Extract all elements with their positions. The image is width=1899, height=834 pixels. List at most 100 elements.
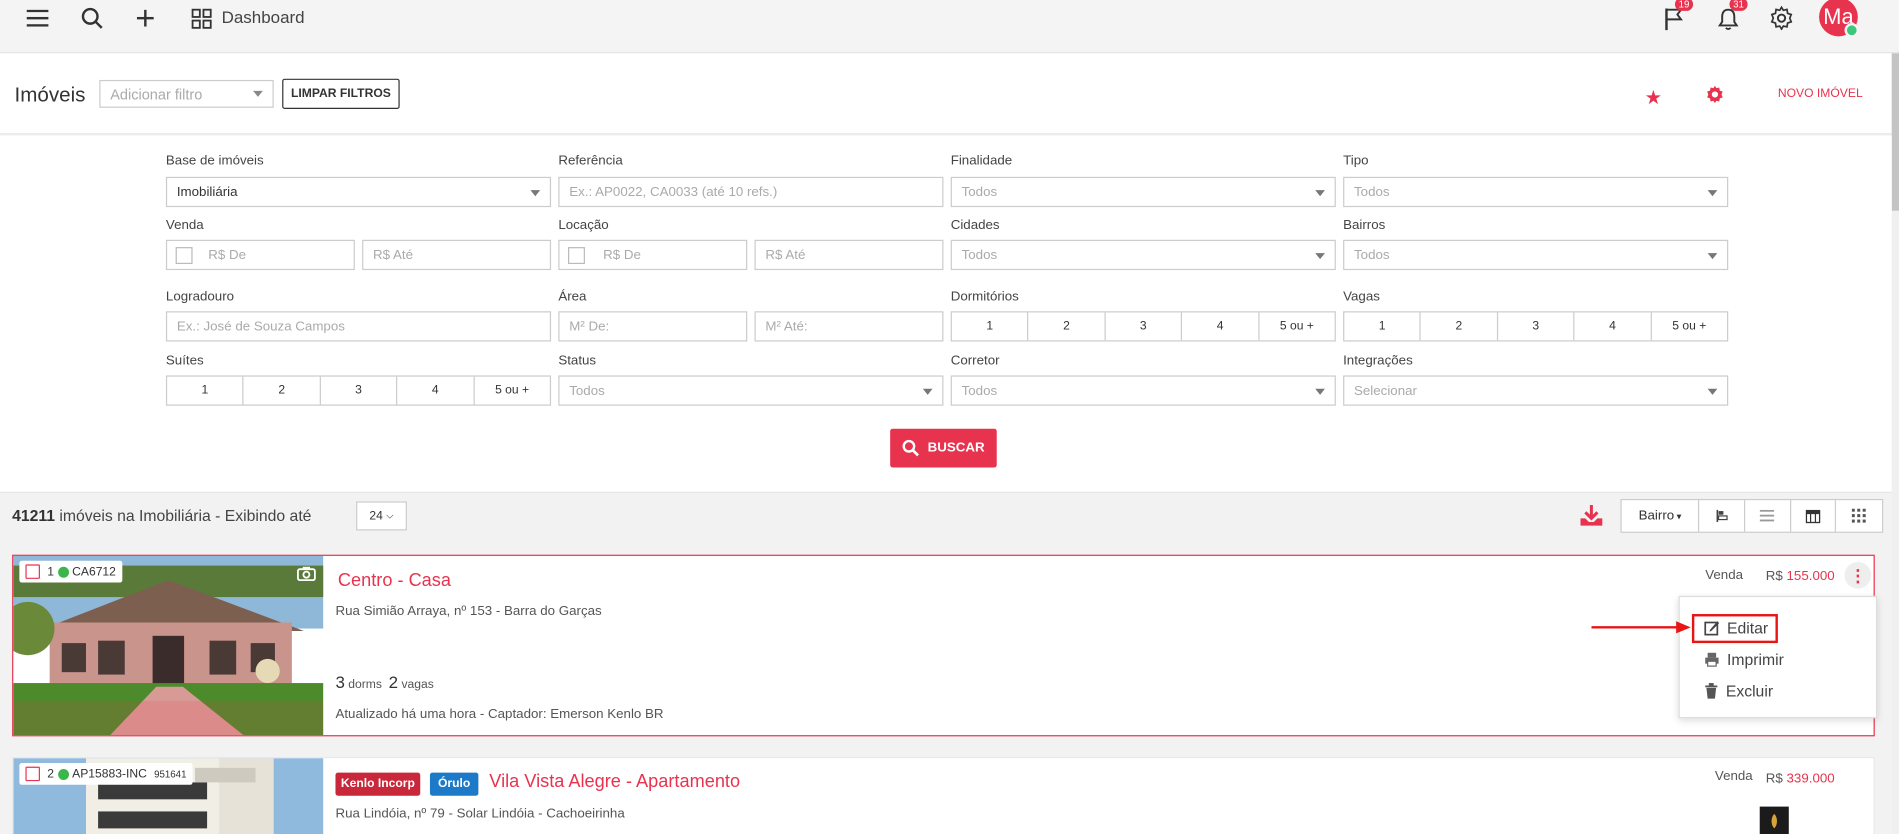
base-select[interactable]: Imobiliária [165,176,552,208]
chevron-down-icon: ⌵ [386,509,394,521]
list-view-icon[interactable] [1745,500,1791,532]
edit-highlight-box [1691,614,1778,644]
corretor-select[interactable]: Todos [950,375,1336,406]
more-options-icon[interactable]: ⋮ [1844,561,1872,589]
tipo-value: Todos [1354,185,1390,200]
suites-option[interactable]: 3 [321,376,398,405]
sort-dropdown[interactable]: Bairro ▾ [1622,500,1700,532]
dashboard-grid-icon[interactable] [188,5,215,32]
star-icon[interactable]: ★ [1645,86,1662,110]
listing-features: 3 dorms 2 vagas [335,672,433,691]
suites-option[interactable]: 4 [398,376,475,405]
page-scrollbar[interactable] [1891,53,1899,834]
listing-id-chip: 2 AP15883-INC 951641 [19,762,193,785]
area-from-placeholder: M² De: [569,319,610,335]
property-card[interactable]: 1 CA6712 Centro - Casa Rua Simião Arraya… [12,554,1875,737]
vagas-option[interactable]: 3 [1498,312,1575,341]
suites-option[interactable]: 5 ou + [474,377,550,405]
referencia-input[interactable]: Ex.: AP0022, CA0033 (até 10 refs.) [558,176,944,208]
corretor-value: Todos [961,383,998,399]
settings-gear-icon[interactable] [1768,5,1795,32]
vagas-option[interactable]: 4 [1575,312,1652,341]
dormitorios-option[interactable]: 4 [1182,312,1260,341]
locacao-from-input[interactable]: R$ De [558,239,748,271]
bairros-label: Bairros [1343,217,1386,233]
finalidade-select[interactable]: Todos [950,176,1336,208]
map-view-icon[interactable] [1700,500,1746,532]
integracoes-label: Integrações [1343,353,1413,369]
listing-title[interactable]: Vila Vista Alegre - Apartamento [489,771,740,792]
vagas-segmented: 1 2 3 4 5 ou + [1343,311,1729,342]
table-view-icon[interactable] [1791,500,1837,532]
logradouro-input[interactable]: Ex.: José de Souza Campos [165,311,552,342]
dormitorios-option[interactable]: 3 [1106,312,1183,341]
referencia-placeholder: Ex.: AP0022, CA0033 (até 10 refs.) [569,185,778,200]
add-filter-placeholder: Adicionar filtro [110,85,203,103]
dormitorios-option[interactable]: 5 ou + [1259,312,1335,340]
status-select[interactable]: Todos [558,375,944,406]
dormitorios-option[interactable]: 2 [1029,312,1106,341]
scrollbar-thumb[interactable] [1891,53,1899,211]
chevron-down-icon [1707,253,1718,260]
finalidade-value: Todos [961,185,998,200]
dormitorios-option[interactable]: 1 [952,312,1029,341]
listing-kind: Venda [1705,568,1744,583]
locacao-to-input[interactable]: R$ Até [754,239,944,271]
listing-index: 2 [47,767,54,781]
select-checkbox[interactable] [25,766,40,782]
cidades-value: Todos [961,248,998,263]
listing-title[interactable]: Centro - Casa [338,570,451,591]
vagas-option[interactable]: 1 [1344,312,1422,341]
dormitorios-segmented: 1 2 3 4 5 ou + [950,311,1336,342]
listing-address: Rua Lindóia, nº 79 - Solar Lindóia - Cac… [335,806,625,822]
vagas-option[interactable]: 2 [1421,312,1498,341]
logradouro-label: Logradouro [165,289,235,304]
chevron-down-icon [1707,388,1718,395]
select-checkbox[interactable] [25,564,40,579]
venda-to-input[interactable]: R$ Até [362,239,552,271]
page-title: Imóveis [14,83,86,107]
dashboard-link[interactable]: Dashboard [222,7,305,26]
cidades-select[interactable]: Todos [950,239,1336,271]
venda-from-input[interactable]: R$ De [165,239,355,271]
venda-checkbox[interactable] [175,247,193,265]
clear-filters-button[interactable]: LIMPAR FILTROS [282,78,400,109]
add-filter-select[interactable]: Adicionar filtro [99,79,274,108]
search-button[interactable]: BUSCAR [890,428,997,468]
tipo-select[interactable]: Todos [1343,176,1729,208]
property-card[interactable]: 2 AP15883-INC 951641 Kenlo Incorp Órulo … [12,756,1875,834]
area-to-input[interactable]: M² Até: [754,311,944,342]
camera-icon[interactable] [297,566,316,588]
chevron-down-icon [1315,190,1325,197]
hamburger-menu-icon[interactable] [24,5,51,32]
vagas-count: 2 [388,672,399,692]
flag-icon[interactable]: 19 [1660,0,1694,32]
locacao-label: Locação [558,217,609,233]
bell-icon[interactable]: 31 [1715,0,1748,32]
suites-option[interactable]: 2 [244,376,321,405]
delete-label: Excluir [1725,681,1774,701]
listing-price-value: 155.000 [1786,569,1835,584]
chevron-down-icon [253,90,263,97]
download-icon[interactable] [1578,504,1605,534]
gear-icon[interactable] [1705,85,1724,110]
integracoes-select[interactable]: Selecionar [1343,375,1729,406]
grid-view-icon[interactable] [1836,500,1882,531]
integracoes-value: Selecionar [1354,383,1417,399]
dorms-label: dorms [348,678,382,692]
bairros-select[interactable]: Todos [1343,239,1729,271]
per-page-select[interactable]: 24 ⌵ [356,501,407,531]
search-icon[interactable] [79,5,106,32]
print-menu-item[interactable]: Imprimir [1704,650,1784,669]
area-from-input[interactable]: M² De: [558,311,748,342]
suites-option[interactable]: 1 [167,376,244,405]
currency-symbol: R$ [1765,569,1783,584]
delete-menu-item[interactable]: Excluir [1704,682,1773,700]
listing-address: Rua Simião Arraya, nº 153 - Barra do Gar… [335,604,602,619]
plus-icon[interactable] [132,5,159,32]
suites-label: Suítes [165,353,204,369]
new-property-button[interactable]: NOVO IMÓVEL [1778,87,1863,100]
locacao-checkbox[interactable] [568,247,585,265]
property-photo[interactable] [13,555,324,736]
vagas-option[interactable]: 5 ou + [1651,312,1727,340]
